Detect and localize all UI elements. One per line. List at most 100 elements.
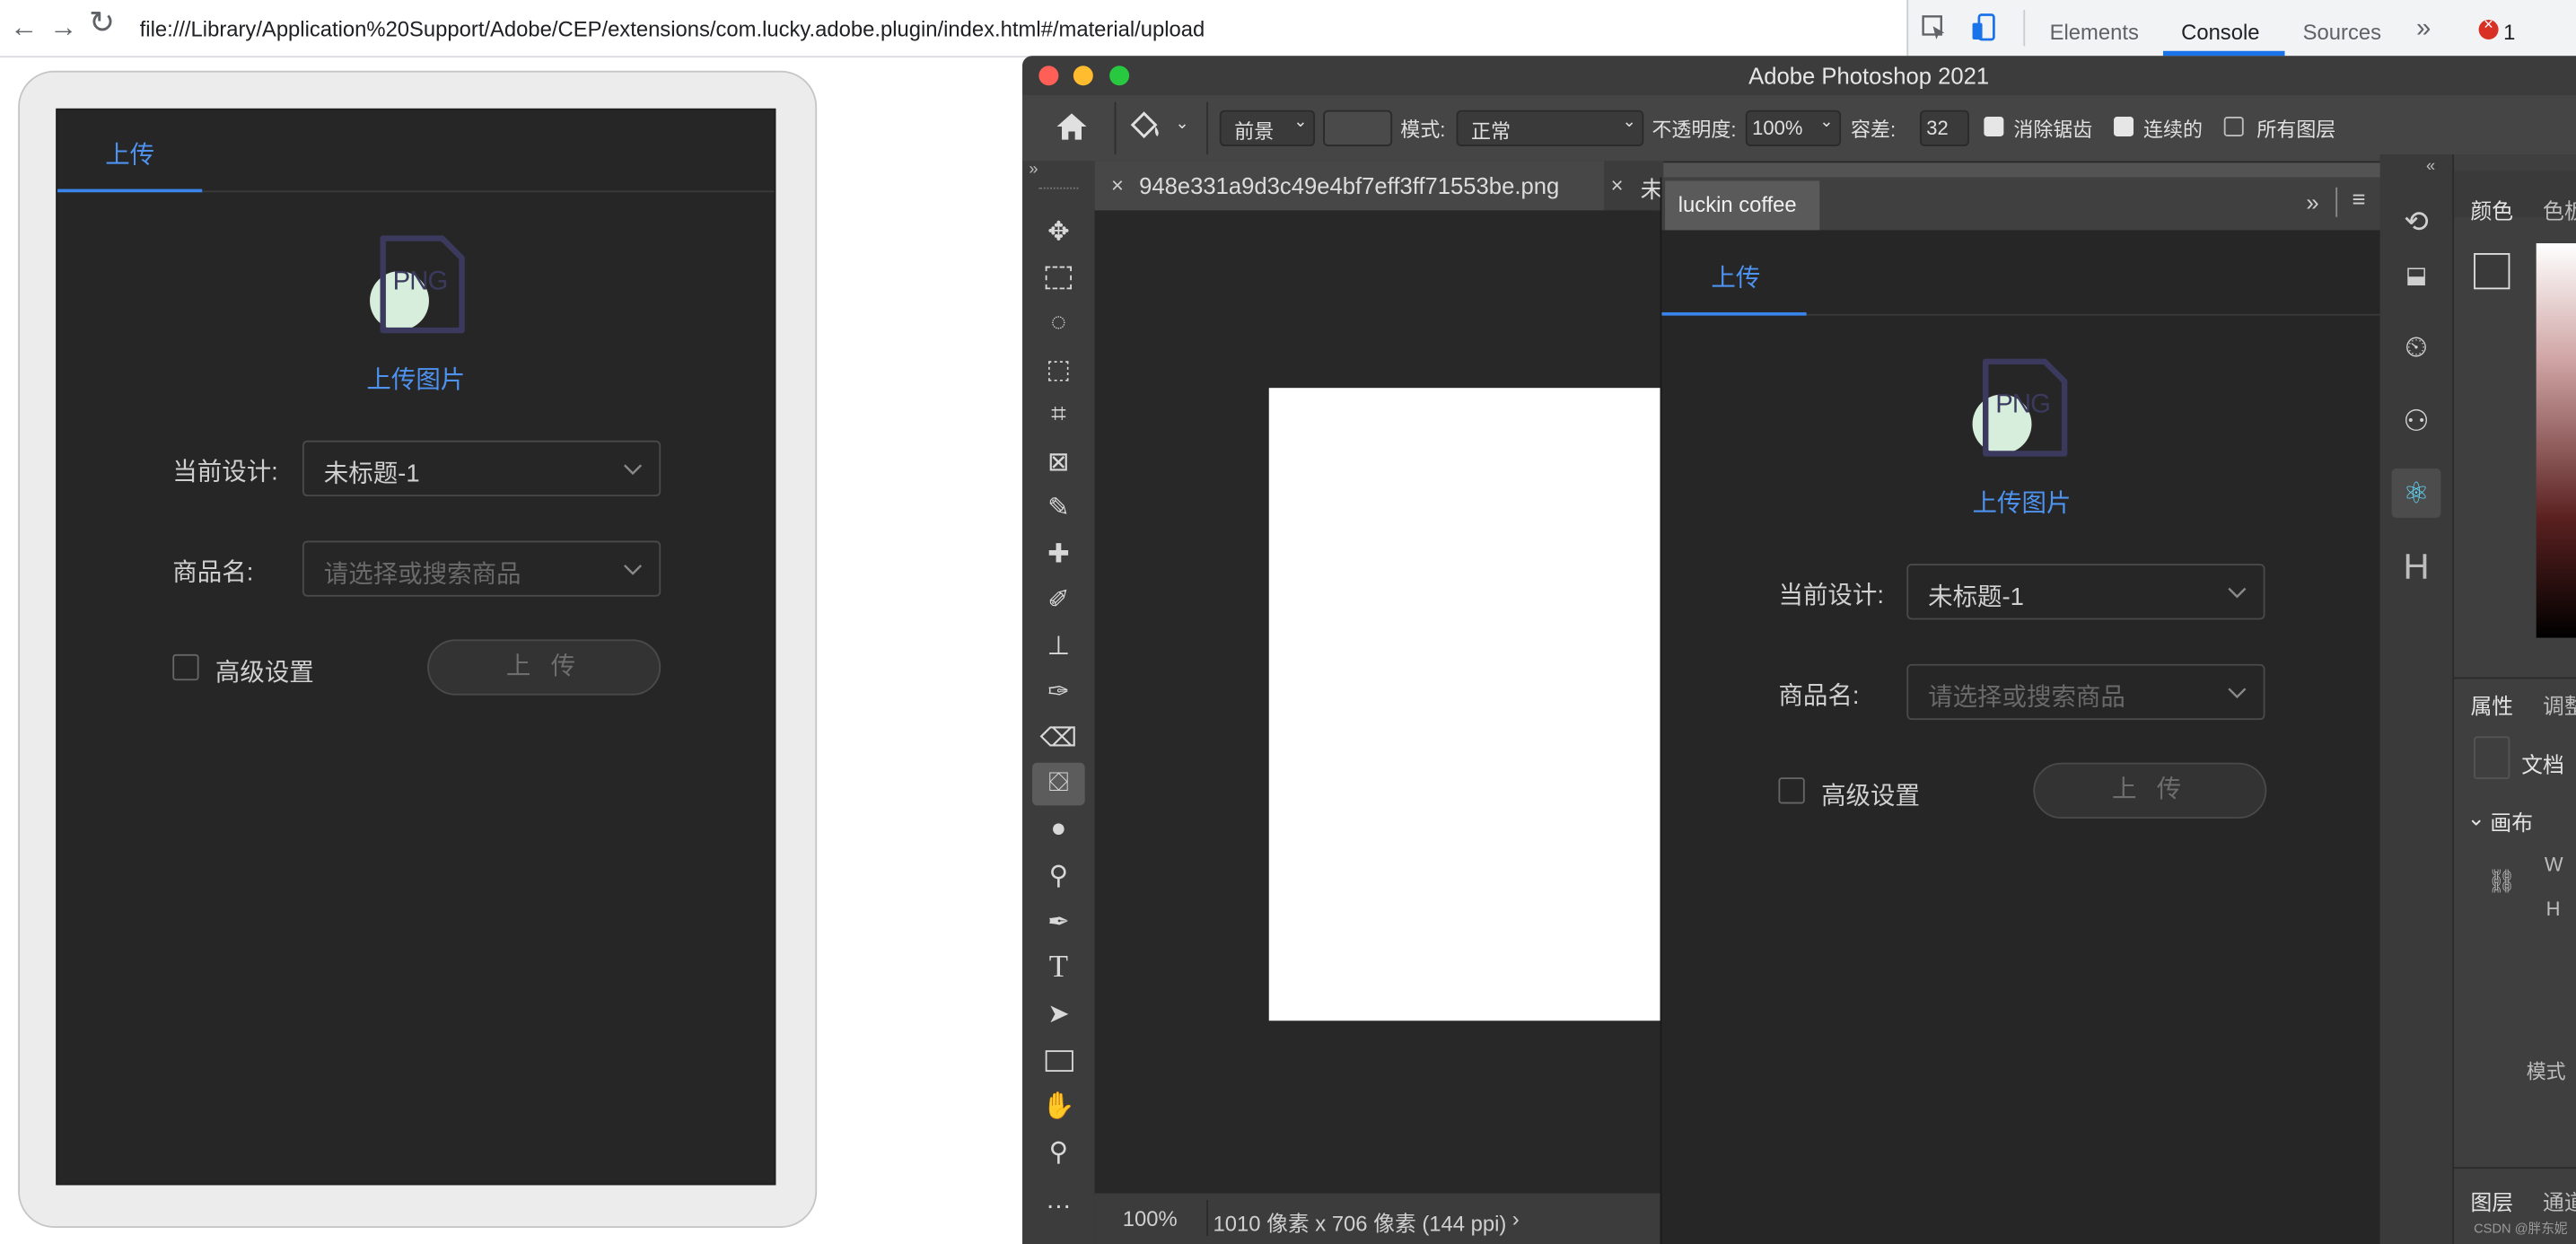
document-icon	[2474, 736, 2510, 780]
design-label: 当前设计:	[1778, 582, 1884, 610]
more-tabs-icon[interactable]: »	[2416, 14, 2431, 44]
error-count[interactable]: 1	[2503, 20, 2515, 44]
canvas-section[interactable]: 画布	[2490, 805, 2533, 837]
upload-image-label[interactable]: 上传图片	[1973, 485, 2072, 519]
collapse-dock-icon[interactable]: «	[2426, 158, 2435, 176]
close-tab-icon[interactable]: ×	[1611, 172, 1624, 197]
history-brush-icon[interactable]: ✑	[1032, 670, 1085, 714]
type-tool-icon[interactable]: T	[1032, 947, 1085, 990]
panel-tab[interactable]: luckin coffee	[1665, 180, 1820, 231]
expand-toolbar-icon[interactable]: »	[1029, 161, 1038, 179]
design-select[interactable]: 未标题-1	[1906, 564, 2265, 620]
collapse-panel-icon[interactable]: »	[2306, 189, 2318, 215]
marquee-tool-icon[interactable]	[1032, 257, 1085, 300]
frame-tool-icon[interactable]: ⊠	[1032, 441, 1085, 484]
foreground-color-swatch[interactable]	[2474, 253, 2510, 290]
dodge-tool-icon[interactable]: ⚲	[1032, 854, 1085, 898]
hand-tool-icon[interactable]: ✋	[1032, 1085, 1085, 1128]
upload-button[interactable]: 上 传	[427, 639, 662, 696]
design-select[interactable]: 未标题-1	[302, 440, 662, 497]
tab-swatches[interactable]: 色板	[2543, 194, 2576, 225]
all-layers-checkbox[interactable]	[2223, 117, 2244, 136]
chevron-down-icon[interactable]: ⌄	[2467, 805, 2485, 831]
object-select-tool-icon[interactable]: ⬚	[1032, 348, 1085, 391]
blur-tool-icon[interactable]: ●	[1032, 809, 1085, 852]
chevron-down-icon[interactable]: ⌄	[1175, 115, 1188, 133]
device-toolbar-icon[interactable]	[1971, 13, 1997, 43]
panel-header: luckin coffee » ≡	[1661, 177, 2382, 231]
antialias-checkbox[interactable]	[1984, 117, 2004, 136]
doc-info[interactable]: 1010 像素 x 706 像素 (144 ppi)	[1213, 1206, 1506, 1238]
tab-properties[interactable]: 属性	[2470, 688, 2513, 720]
upload-image-label[interactable]: 上传图片	[366, 362, 465, 396]
tab-adjustments[interactable]: 调整	[2543, 688, 2576, 720]
link-icon[interactable]: ⛓	[2487, 868, 2517, 896]
chevron-down-icon	[624, 464, 643, 476]
fill-source-select[interactable]: 前景 ⌄	[1219, 110, 1316, 146]
antialias-label: 消除锯齿	[2013, 118, 2093, 142]
tab-color[interactable]: 颜色	[2470, 194, 2513, 225]
advanced-checkbox[interactable]	[1778, 777, 1805, 804]
rectangle-tool-icon[interactable]	[1032, 1038, 1085, 1082]
crop-tool-icon[interactable]: ⌗	[1032, 395, 1085, 438]
opacity-field[interactable]: 100% ⌄	[1745, 110, 1842, 146]
h-plugin-icon[interactable]: H	[2392, 542, 2441, 591]
lasso-tool-icon[interactable]: ◌	[1032, 302, 1085, 346]
history-icon[interactable]: ⏲	[2392, 322, 2441, 372]
tab-elements[interactable]: Elements	[2050, 20, 2139, 44]
zoom-tool-icon[interactable]: ⚲	[1032, 1131, 1085, 1174]
color-field[interactable]	[2536, 243, 2576, 638]
mode-select[interactable]: 正常 ⌄	[1456, 110, 1644, 146]
reload-icon[interactable]: ↻	[89, 8, 115, 39]
doc-tab[interactable]: × 未	[1604, 161, 1664, 211]
product-select[interactable]: 请选择或搜索商品	[1906, 663, 2265, 721]
move-tool-icon[interactable]: ✥	[1032, 210, 1085, 253]
chevron-right-icon[interactable]: ›	[1512, 1206, 1520, 1231]
address-bar[interactable]: file:///Library/Application%20Support/Ad…	[140, 16, 1205, 40]
doc-tab-active[interactable]: × 948e331a9d3c49e4bf7eff3ff71553be.png	[1094, 161, 1605, 211]
plugin-panel: luckin coffee » ≡ 上传 PNG 上传图片 当前设计: 未标题-…	[1660, 177, 2382, 1244]
forward-arrow-icon[interactable]: →	[49, 13, 77, 43]
tab-sources[interactable]: Sources	[2303, 20, 2381, 44]
png-upload-icon[interactable]: PNG	[1969, 358, 2074, 463]
eyedropper-tool-icon[interactable]: ✎	[1032, 486, 1085, 530]
document-canvas[interactable]	[1268, 388, 1664, 1021]
healing-brush-icon[interactable]: ✚	[1032, 532, 1085, 575]
pattern-picker[interactable]	[1323, 110, 1393, 146]
product-select[interactable]: 请选择或搜索商品	[302, 540, 662, 597]
panel-icon-column: « ⟲ ⬓ ⏲ ⚇ ⚛ H	[2379, 154, 2455, 1244]
react-icon[interactable]: ⚛	[2391, 468, 2441, 518]
tab-layers[interactable]: 图层	[2470, 1185, 2513, 1216]
path-select-tool-icon[interactable]: ➤	[1032, 993, 1085, 1036]
chevron-down-icon	[2228, 688, 2247, 699]
panel-menu-icon[interactable]: ≡	[2353, 186, 2366, 212]
close-tab-icon[interactable]: ×	[1111, 172, 1124, 197]
tab-console[interactable]: Console	[2181, 20, 2259, 44]
tolerance-field[interactable]: 32	[1919, 110, 1969, 146]
home-icon[interactable]	[1056, 112, 1089, 142]
paint-bucket-tool-icon[interactable]: ⛋	[1032, 762, 1085, 806]
design-label: 当前设计:	[172, 458, 278, 487]
inspect-element-icon[interactable]	[1922, 14, 1948, 40]
plugin-preview: 上传 PNG 上传图片 当前设计: 未标题-1 商品名: 请选择或搜索商品 高级…	[56, 108, 776, 1186]
tab-upload[interactable]: 上传	[105, 136, 154, 171]
tab-channels[interactable]: 通道	[2543, 1185, 2576, 1216]
brush-tool-icon[interactable]: ✐	[1032, 579, 1085, 622]
upload-button[interactable]: 上 传	[2033, 762, 2267, 819]
advanced-checkbox[interactable]	[172, 653, 199, 681]
tool-options-bar: ⌄ 前景 ⌄ 模式: 正常 ⌄ 不透明度: 100% ⌄ 容差: 32 消除锯齿	[1022, 95, 2576, 163]
zoom-level[interactable]: 100%	[1123, 1206, 1178, 1231]
history-states-icon[interactable]: ⟲	[2392, 197, 2441, 247]
pen-tool-icon[interactable]: ✒	[1032, 901, 1085, 944]
share-icon[interactable]: ⚇	[2392, 396, 2441, 445]
eraser-tool-icon[interactable]: ⌫	[1032, 716, 1085, 759]
plugins-icon[interactable]: ⬓	[2392, 250, 2441, 299]
tab-upload[interactable]: 上传	[1711, 259, 1760, 293]
stamp-tool-icon[interactable]: ⊥	[1032, 625, 1085, 668]
paint-bucket-icon[interactable]	[1127, 110, 1163, 144]
more-tools-icon[interactable]: …	[1032, 1180, 1085, 1223]
contiguous-label: 连续的	[2143, 118, 2203, 142]
contiguous-checkbox[interactable]	[2114, 117, 2134, 136]
back-arrow-icon[interactable]: ←	[10, 13, 38, 43]
png-upload-icon[interactable]: PNG	[366, 235, 471, 340]
